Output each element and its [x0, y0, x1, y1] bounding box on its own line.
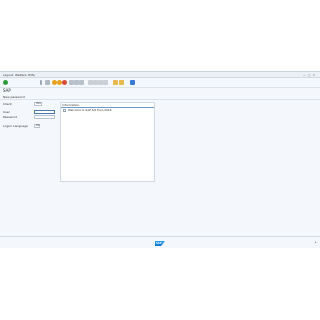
system-toolbar	[0, 78, 320, 88]
logon-language-label: Logon Language	[3, 124, 28, 128]
client-label: Client	[3, 102, 12, 106]
shortcut-icon[interactable]	[119, 80, 124, 85]
sap-logo: SAP	[155, 241, 165, 246]
sap-window: Layout Weitere Hilfe − □ × SAP New passw…	[0, 71, 320, 248]
logon-language-field[interactable]: DE	[34, 124, 40, 128]
last-page-icon[interactable]	[103, 80, 108, 85]
user-label: User	[3, 110, 10, 114]
find-next-icon[interactable]	[79, 80, 84, 85]
create-session-icon[interactable]	[113, 80, 118, 85]
enter-icon[interactable]	[3, 80, 8, 85]
new-password-button[interactable]: New password	[3, 94, 25, 100]
information-message-text: Welcome to SAP S/4 Euro 2016	[68, 108, 112, 112]
help-icon[interactable]	[130, 80, 135, 85]
client-field[interactable]: 800	[34, 102, 42, 106]
message-icon	[63, 109, 66, 112]
application-toolbar: New password	[0, 94, 320, 100]
command-field-icon[interactable]	[40, 80, 42, 85]
maximize-icon[interactable]: □	[307, 73, 311, 77]
status-bar: SAP ▸	[0, 236, 320, 248]
password-label: Password	[3, 115, 18, 119]
close-icon[interactable]: ×	[312, 73, 316, 77]
resize-grip-icon[interactable]: ▸	[315, 241, 318, 244]
password-field[interactable]	[34, 115, 55, 119]
information-panel: Information Welcome to SAP S/4 Euro 2016	[60, 102, 155, 182]
minimize-icon[interactable]: −	[302, 73, 306, 77]
user-field[interactable]	[34, 110, 55, 114]
cancel-icon[interactable]	[62, 80, 67, 85]
save-icon[interactable]	[45, 80, 50, 85]
